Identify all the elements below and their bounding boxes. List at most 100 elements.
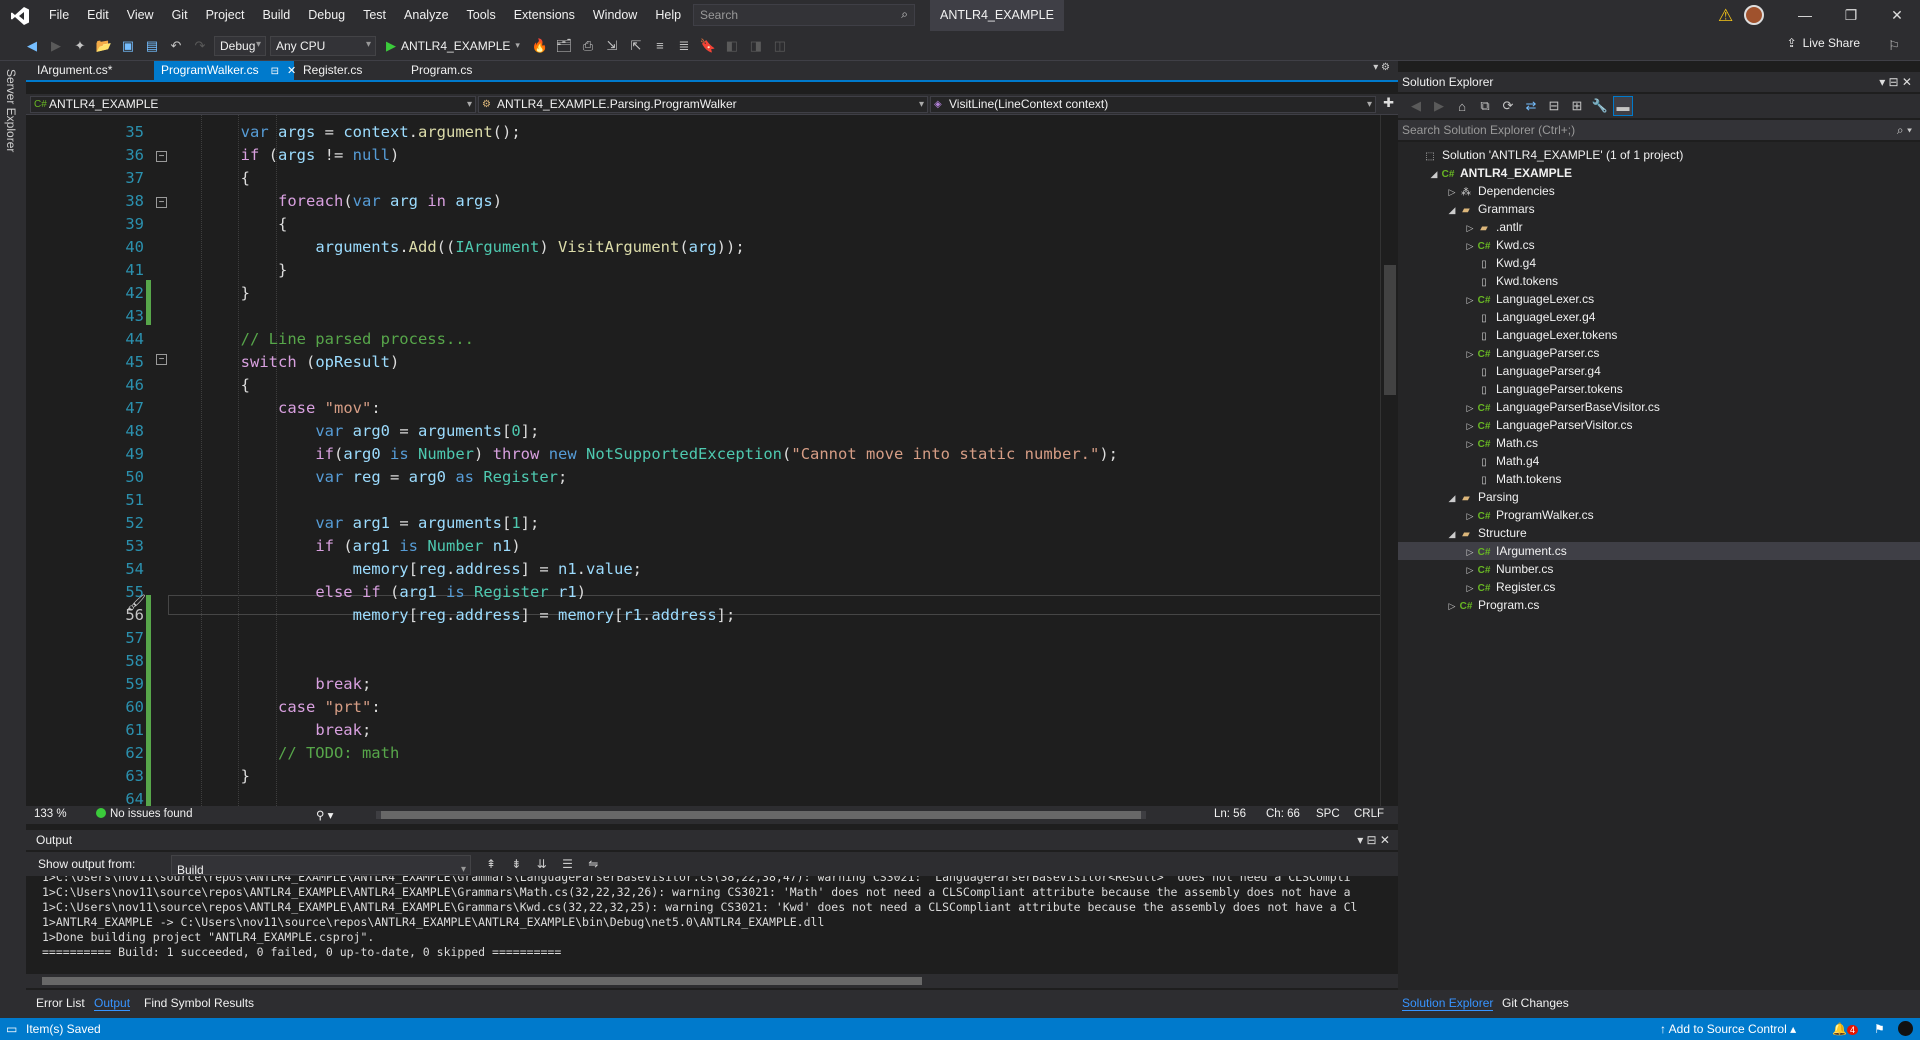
editor-vertical-scrollbar[interactable] [1380, 115, 1398, 806]
menu-edit[interactable]: Edit [78, 0, 118, 31]
menu-debug[interactable]: Debug [299, 0, 354, 31]
collapsed-arrow-icon[interactable]: ▷ [1464, 561, 1476, 579]
tree-item[interactable]: ▷ C# LanguageParserVisitor.cs [1464, 416, 1633, 434]
branch-icon[interactable]: ⚲ ▾ [316, 808, 333, 822]
tree-item[interactable]: ▷ C# Register.cs [1464, 578, 1556, 597]
switch-views-icon[interactable]: ⧉ [1475, 96, 1495, 116]
tree-item[interactable]: ▷ C# LanguageParserBaseVisitor.cs [1464, 398, 1660, 416]
tab-program[interactable]: Program.cs [404, 61, 494, 80]
output-vertical-scrollbar[interactable] [1371, 876, 1389, 974]
tab-output[interactable]: Output [94, 996, 131, 1011]
menu-project[interactable]: Project [197, 0, 254, 31]
tab-error-list[interactable]: Error List [36, 996, 85, 1010]
feedback-icon[interactable]: ⚑ [1874, 1018, 1885, 1040]
tree-item[interactable]: ▷ ▰ .antlr [1464, 218, 1523, 236]
tree-item[interactable]: ▷ C# Number.cs [1464, 560, 1554, 579]
panel-controls[interactable]: ▾ ⊟ ✕ [1357, 830, 1390, 850]
collapse-all-icon[interactable]: ⊟ [1544, 96, 1564, 116]
source-control-button[interactable]: ↑ Add to Source Control ▴ [1660, 1018, 1796, 1040]
expanded-arrow-icon[interactable]: ◢ [1446, 489, 1458, 507]
platform-dropdown[interactable]: Any CPU [270, 35, 376, 56]
pending-changes-icon[interactable]: ⟳ [1498, 96, 1518, 116]
expanded-arrow-icon[interactable]: ◢ [1446, 201, 1458, 219]
tree-item[interactable]: ▯ LanguageLexer.g4 [1464, 308, 1595, 326]
member-dropdown[interactable]: ◈ VisitLine(LineContext context) ▾ [930, 96, 1376, 113]
bookmark-icon[interactable]: 🔖 [698, 36, 718, 56]
scroll-thumb[interactable] [381, 811, 1141, 819]
tree-item[interactable]: ▷ C# IArgument.cs [1464, 542, 1567, 560]
menu-tools[interactable]: Tools [458, 0, 505, 31]
issues-indicator[interactable]: No issues found [96, 808, 192, 820]
collapsed-arrow-icon[interactable]: ▷ [1446, 183, 1458, 201]
expanded-arrow-icon[interactable]: ◢ [1446, 525, 1458, 543]
output-tool-icons[interactable]: ⇞ ⇟ ⇊ ☰ ⇋ [486, 852, 604, 876]
tree-item[interactable]: ▷ C# LanguageLexer.cs [1464, 290, 1595, 308]
collapsed-arrow-icon[interactable]: ▷ [1464, 543, 1476, 561]
menu-test[interactable]: Test [354, 0, 395, 31]
menu-git[interactable]: Git [163, 0, 197, 31]
live-share-button[interactable]: ⇪ Live Share [1787, 36, 1860, 50]
tree-item[interactable]: ▷ C# ProgramWalker.cs [1464, 506, 1594, 524]
start-debugging-button[interactable]: ▶ ANTLR4_EXAMPLE ▾ [380, 38, 526, 54]
collapsed-arrow-icon[interactable]: ▷ [1464, 507, 1476, 525]
show-all-files-icon[interactable]: ⊞ [1567, 96, 1587, 116]
tree-item[interactable]: ▷ C# Kwd.cs [1464, 236, 1535, 254]
collapsed-arrow-icon[interactable]: ▷ [1464, 579, 1476, 597]
tree-item[interactable]: ◢ C# ANTLR4_EXAMPLE [1428, 164, 1572, 182]
tree-item[interactable]: ▯ Math.g4 [1464, 452, 1539, 470]
tab-programwalker[interactable]: ProgramWalker.cs ⊟ ✕ [154, 61, 296, 80]
save-all-icon[interactable]: ▤ [142, 36, 162, 56]
tree-item[interactable]: ▯ LanguageParser.g4 [1464, 362, 1601, 380]
forward-icon[interactable]: ▶ [1429, 96, 1449, 116]
line-ending-indicator[interactable]: CRLF [1354, 808, 1384, 820]
tree-item[interactable]: ▷ ⁂ Dependencies [1446, 182, 1555, 200]
properties-icon[interactable]: 🔧 [1590, 96, 1610, 116]
warning-icon[interactable]: ⚠ [1718, 6, 1733, 26]
menu-analyze[interactable]: Analyze [395, 0, 457, 31]
tree-item[interactable]: ▷ C# Math.cs [1464, 434, 1538, 452]
split-window-icon[interactable]: ✚ [1383, 95, 1394, 111]
collapsed-arrow-icon[interactable]: ▷ [1464, 345, 1476, 363]
open-folder-icon[interactable]: 📂 [94, 36, 114, 56]
menu-help[interactable]: Help [646, 0, 690, 31]
prev-bookmark-icon[interactable]: ◧ [722, 36, 742, 56]
tree-item[interactable]: ▷ C# LanguageParser.cs [1464, 344, 1600, 363]
solution-search-input[interactable]: Search Solution Explorer (Ctrl+;) ⌕ ▾ [1398, 120, 1920, 140]
output-horizontal-scrollbar[interactable] [26, 974, 1398, 988]
browse-folder-icon[interactable]: 🗂 [554, 36, 574, 56]
preview-icon[interactable]: ▬ [1613, 96, 1633, 116]
whitespace-indicator[interactable]: SPC [1316, 808, 1340, 820]
scroll-thumb[interactable] [1384, 265, 1396, 395]
forward-icon[interactable]: ▶ [46, 36, 66, 56]
menu-extensions[interactable]: Extensions [505, 0, 584, 31]
output-source-dropdown[interactable]: Build [171, 855, 471, 882]
tab-overflow-icon[interactable]: ▾ ⚙ [1373, 62, 1390, 73]
tab-iargument[interactable]: IArgument.cs* [30, 61, 134, 80]
comment-icon[interactable]: ≡ [650, 36, 670, 56]
close-button[interactable]: ✕ [1874, 0, 1920, 31]
avatar[interactable] [1744, 5, 1764, 25]
collapsed-arrow-icon[interactable]: ▷ [1446, 597, 1458, 615]
tree-item[interactable]: ▯ Kwd.g4 [1464, 254, 1536, 272]
type-dropdown[interactable]: ⚙ ANTLR4_EXAMPLE.Parsing.ProgramWalker ▾ [478, 96, 928, 113]
collapsed-arrow-icon[interactable]: ▷ [1464, 219, 1476, 237]
quick-actions-icon[interactable]: 🖌 [126, 593, 146, 613]
tree-item[interactable]: ▯ Kwd.tokens [1464, 272, 1558, 290]
server-explorer-tab[interactable]: Server Explorer [4, 69, 18, 152]
output-text[interactable]: 1>C:\Users\nov11\source\repos\ANTLR4_EXA… [26, 876, 1371, 974]
collapsed-arrow-icon[interactable]: ▷ [1464, 399, 1476, 417]
uncomment-icon[interactable]: ≣ [674, 36, 694, 56]
close-icon[interactable]: ✕ [287, 65, 296, 77]
panel-controls[interactable]: ▾ ⊟ ✕ [1879, 72, 1912, 92]
save-icon[interactable]: ▣ [118, 36, 138, 56]
menu-window[interactable]: Window [584, 0, 646, 31]
tab-find-symbol-results[interactable]: Find Symbol Results [144, 996, 254, 1010]
scroll-thumb[interactable] [42, 977, 922, 985]
minimize-button[interactable]: — [1782, 0, 1828, 31]
redo-icon[interactable]: ↷ [190, 36, 210, 56]
tree-item[interactable]: ▷ C# Program.cs [1446, 596, 1540, 615]
tab-solution-explorer[interactable]: Solution Explorer [1402, 996, 1494, 1011]
configuration-dropdown[interactable]: Debug [214, 35, 266, 56]
zoom-dropdown[interactable]: 133 % [34, 808, 67, 820]
code-editor[interactable]: 35 36 37 38 39 40 41 42 43 44 45 46 47 48 49 50 51 52 53 54… [26, 115, 1398, 806]
